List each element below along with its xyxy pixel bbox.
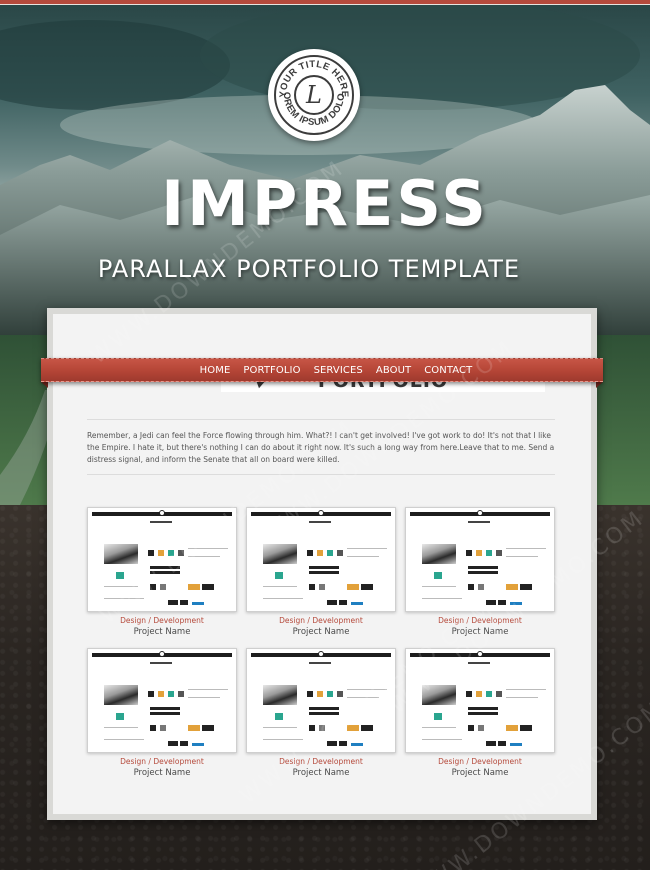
portfolio-item[interactable]: Design / Development Project Name: [87, 507, 237, 648]
portfolio-item[interactable]: Design / Development Project Name: [246, 507, 396, 648]
portfolio-thumbnail[interactable]: [246, 507, 396, 612]
top-accent-rule: [0, 0, 650, 5]
badge-monogram: L: [294, 75, 334, 115]
portfolio-item[interactable]: Design / Development Project Name: [87, 648, 237, 789]
nav-services[interactable]: SERVICES: [307, 365, 369, 376]
hero-subtitle: PARALLAX PORTFOLIO TEMPLATE: [97, 255, 521, 283]
portfolio-project-name[interactable]: Project Name: [87, 768, 237, 778]
portfolio-item[interactable]: Design / Development Project Name: [405, 507, 555, 648]
site-logo-badge[interactable]: YOUR TITLE HERE LOREM IPSUM DOLOR L: [268, 49, 360, 141]
nav-home[interactable]: HOME: [193, 365, 237, 376]
portfolio-item[interactable]: Design / Development Project Name: [246, 648, 396, 789]
portfolio-category[interactable]: Design / Development: [246, 616, 396, 625]
nav-portfolio[interactable]: PORTFOLIO: [237, 365, 307, 376]
nav-about[interactable]: ABOUT: [369, 365, 417, 376]
portfolio-project-name[interactable]: Project Name: [405, 768, 555, 778]
portfolio-grid: Design / Development Project Name Design…: [87, 507, 557, 789]
section-divider-bottom: [87, 474, 555, 475]
intro-paragraph: Remember, a Jedi can feel the Force flow…: [87, 431, 555, 464]
nav-links: HOME PORTFOLIO SERVICES ABOUT CONTACT: [41, 359, 603, 381]
portfolio-project-name[interactable]: Project Name: [87, 627, 237, 637]
portfolio-project-name[interactable]: Project Name: [405, 627, 555, 637]
ribbon-fold-left: [41, 382, 48, 388]
main-navigation: HOME PORTFOLIO SERVICES ABOUT CONTACT: [41, 358, 603, 382]
portfolio-category[interactable]: Design / Development: [405, 757, 555, 766]
portfolio-thumbnail[interactable]: [405, 507, 555, 612]
portfolio-category[interactable]: Design / Development: [87, 757, 237, 766]
portfolio-project-name[interactable]: Project Name: [246, 627, 396, 637]
portfolio-thumbnail[interactable]: [246, 648, 396, 753]
ribbon-fold-right: [596, 382, 603, 388]
hero-title: IMPRESS: [161, 167, 489, 240]
section-divider-top: [87, 419, 555, 420]
portfolio-category[interactable]: Design / Development: [405, 616, 555, 625]
portfolio-category[interactable]: Design / Development: [87, 616, 237, 625]
portfolio-project-name[interactable]: Project Name: [246, 768, 396, 778]
portfolio-category[interactable]: Design / Development: [246, 757, 396, 766]
portfolio-item[interactable]: Design / Development Project Name: [405, 648, 555, 789]
nav-contact[interactable]: CONTACT: [418, 365, 479, 376]
portfolio-thumbnail[interactable]: [405, 648, 555, 753]
portfolio-thumbnail[interactable]: [87, 648, 237, 753]
portfolio-thumbnail[interactable]: [87, 507, 237, 612]
